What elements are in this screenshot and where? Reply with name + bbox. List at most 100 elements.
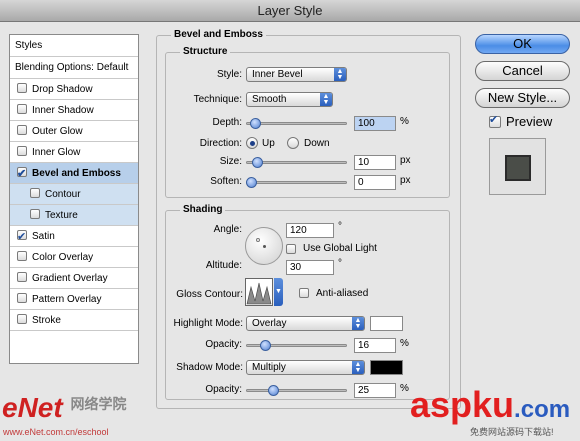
color-overlay-checkbox[interactable] [17, 251, 27, 261]
angle-label: Angle: [213, 224, 242, 235]
stroke-checkbox[interactable] [17, 314, 27, 324]
soften-unit: px [400, 175, 411, 186]
select-arrows-icon: ▲ ▼ [352, 361, 364, 374]
list-item-contour[interactable]: Contour [10, 184, 138, 205]
select-arrows-icon: ▲ ▼ [352, 317, 364, 330]
depth-slider[interactable] [246, 118, 347, 129]
size-input[interactable]: 10 [354, 155, 396, 170]
shadow-opacity-input[interactable]: 25 [354, 383, 396, 398]
altitude-input[interactable]: 30 [286, 260, 334, 275]
enet-watermark-logo: eNet 网络学院 [2, 392, 127, 423]
list-item-gradient-overlay[interactable]: Gradient Overlay [10, 268, 138, 289]
cancel-button[interactable]: Cancel [475, 61, 570, 81]
layer-style-dialog: Styles Blending Options: Default Drop Sh… [0, 22, 580, 441]
size-label: Size: [219, 156, 242, 167]
list-item-color-overlay[interactable]: Color Overlay [10, 247, 138, 268]
highlight-color-swatch[interactable] [370, 316, 403, 331]
direction-up-radio[interactable] [246, 137, 258, 149]
satin-checkbox[interactable] [17, 227, 27, 248]
shadow-mode-select[interactable]: Multiply ▲ ▼ [246, 360, 365, 375]
use-global-light-label: Use Global Light [303, 243, 377, 254]
enet-watermark-url: www.eNet.com.cn/eschool [3, 427, 109, 437]
gloss-contour-curve-icon [246, 282, 272, 305]
angle-dial[interactable] [245, 227, 283, 265]
technique-select[interactable]: Smooth ▲ ▼ [246, 92, 333, 107]
aspku-watermark-logo: aspku.com [410, 384, 571, 425]
depth-input[interactable]: 100 [354, 116, 396, 131]
direction-label: Direction: [199, 138, 242, 149]
highlight-opacity-slider[interactable] [246, 340, 347, 351]
inner-glow-checkbox[interactable] [17, 146, 27, 156]
styles-header[interactable]: Styles [10, 35, 138, 57]
list-item-blending-options[interactable]: Blending Options: Default [10, 57, 138, 79]
anti-aliased-checkbox[interactable] [299, 288, 309, 298]
styles-list: Styles Blending Options: Default Drop Sh… [9, 34, 139, 364]
highlight-opacity-input[interactable]: 16 [354, 338, 396, 353]
soften-slider[interactable] [246, 177, 347, 188]
angle-dial-center [263, 245, 266, 248]
depth-unit: % [400, 116, 409, 127]
altitude-unit: ° [338, 258, 342, 269]
preview-checkbox[interactable] [489, 113, 501, 128]
select-arrows-icon: ▲ ▼ [334, 68, 346, 81]
bevel-emboss-checkbox[interactable] [17, 164, 27, 185]
drop-shadow-checkbox[interactable] [17, 83, 27, 93]
inner-shadow-checkbox[interactable] [17, 104, 27, 114]
highlight-opacity-unit: % [400, 338, 409, 349]
preview-label: Preview [506, 114, 553, 129]
window-titlebar: Layer Style [0, 0, 580, 22]
shadow-opacity-slider[interactable] [246, 385, 347, 396]
gloss-contour-dropdown-icon[interactable]: ▼ [274, 278, 283, 306]
angle-crosshair-icon [256, 238, 260, 242]
gloss-contour-label: Gloss Contour: [176, 289, 243, 300]
gloss-contour-preview[interactable] [245, 278, 273, 306]
select-arrows-icon: ▲ ▼ [320, 93, 332, 106]
list-item-inner-shadow[interactable]: Inner Shadow [10, 100, 138, 121]
shadow-color-swatch[interactable] [370, 360, 403, 375]
soften-label: Soften: [210, 176, 242, 187]
highlight-opacity-knob[interactable] [260, 340, 272, 351]
list-item-drop-shadow[interactable]: Drop Shadow [10, 79, 138, 100]
angle-input[interactable]: 120 [286, 223, 334, 238]
style-select[interactable]: Inner Bevel ▲ ▼ [246, 67, 347, 82]
bevel-emboss-title: Bevel and Emboss [171, 29, 266, 40]
pattern-overlay-checkbox[interactable] [17, 293, 27, 303]
size-unit: px [400, 155, 411, 166]
direction-up-label: Up [262, 138, 275, 149]
soften-input[interactable]: 0 [354, 175, 396, 190]
ok-button[interactable]: OK [475, 34, 570, 54]
direction-down-radio[interactable] [287, 137, 299, 149]
highlight-mode-label: Highlight Mode: [173, 318, 243, 329]
aspku-watermark-subtitle: 免费网站源码下载站! [470, 427, 554, 437]
shadow-mode-label: Shadow Mode: [176, 362, 243, 373]
texture-checkbox[interactable] [30, 209, 40, 219]
list-item-texture[interactable]: Texture [10, 205, 138, 226]
window-title: Layer Style [257, 3, 323, 18]
altitude-label: Altitude: [205, 260, 242, 271]
new-style-button[interactable]: New Style... [475, 88, 570, 108]
depth-label: Depth: [212, 117, 242, 128]
anti-aliased-label: Anti-aliased [316, 288, 369, 299]
gradient-overlay-checkbox[interactable] [17, 272, 27, 282]
use-global-light-checkbox[interactable] [286, 244, 296, 254]
list-item-bevel-and-emboss[interactable]: Bevel and Emboss [10, 163, 138, 185]
angle-unit: ° [338, 221, 342, 232]
highlight-mode-select[interactable]: Overlay ▲ ▼ [246, 316, 365, 331]
size-slider[interactable] [246, 157, 347, 168]
shadow-opacity-unit: % [400, 383, 409, 394]
outer-glow-checkbox[interactable] [17, 125, 27, 135]
list-item-stroke[interactable]: Stroke [10, 310, 138, 331]
technique-label: Technique: [193, 94, 242, 105]
structure-title: Structure [180, 46, 231, 57]
preview-swatch [505, 155, 531, 181]
list-item-inner-glow[interactable]: Inner Glow [10, 142, 138, 163]
list-item-outer-glow[interactable]: Outer Glow [10, 121, 138, 142]
soften-slider-knob[interactable] [246, 177, 257, 188]
list-item-pattern-overlay[interactable]: Pattern Overlay [10, 289, 138, 310]
shadow-opacity-knob[interactable] [268, 385, 279, 396]
shadow-opacity-label: Opacity: [205, 384, 242, 395]
highlight-opacity-label: Opacity: [205, 339, 242, 350]
contour-checkbox[interactable] [30, 188, 40, 198]
list-item-satin[interactable]: Satin [10, 226, 138, 248]
direction-down-label: Down [304, 138, 330, 149]
